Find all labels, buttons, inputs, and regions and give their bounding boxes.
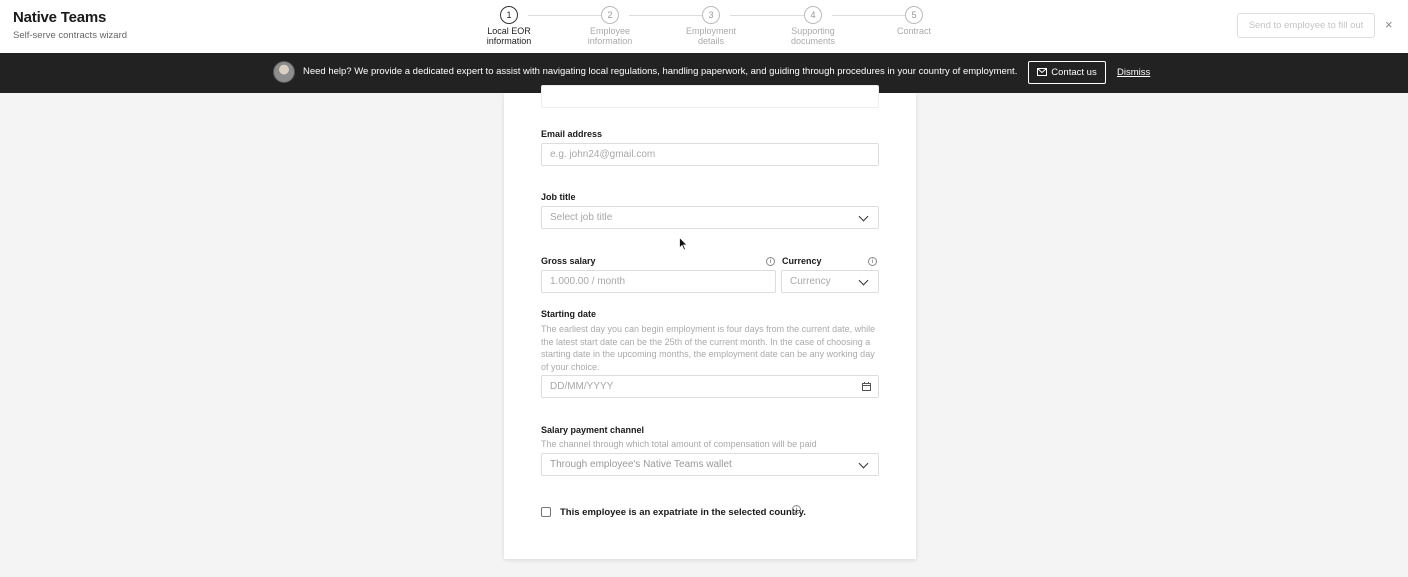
job-title-field-group: Job title bbox=[541, 192, 879, 202]
salary-channel-select[interactable]: Through employee's Native Teams wallet bbox=[541, 453, 879, 476]
form-card: Email address e.g. john24@gmail.com Job … bbox=[504, 85, 916, 559]
step-label: Contract bbox=[896, 26, 931, 36]
contact-us-button[interactable]: Contact us bbox=[1028, 61, 1106, 84]
gross-salary-input[interactable]: 1.000.00 / month bbox=[541, 270, 776, 293]
step-number: 3 bbox=[702, 6, 720, 24]
email-input[interactable]: e.g. john24@gmail.com bbox=[541, 143, 879, 166]
previous-field-input[interactable] bbox=[541, 85, 879, 108]
email-field-group: Email address bbox=[541, 129, 879, 139]
expatriate-checkbox[interactable] bbox=[541, 507, 551, 517]
salary-channel-help: The channel through which total amount o… bbox=[541, 439, 817, 449]
chevron-down-icon bbox=[858, 211, 869, 222]
job-title-label: Job title bbox=[541, 192, 576, 202]
salary-channel-field-group: Salary payment channel The channel throu… bbox=[541, 425, 879, 451]
brand-subtitle: Self-serve contracts wizard bbox=[13, 30, 128, 41]
chevron-down-icon bbox=[858, 275, 869, 286]
step-connector bbox=[528, 15, 612, 16]
job-title-select[interactable]: Select job title bbox=[541, 206, 879, 229]
step-number: 1 bbox=[500, 6, 518, 24]
expert-avatar bbox=[273, 61, 295, 83]
step-supporting-documents[interactable]: 4 Supporting documents bbox=[773, 6, 853, 46]
help-banner-text: Need help? We provide a dedicated expert… bbox=[303, 66, 1018, 77]
step-label: Employment details bbox=[685, 26, 737, 46]
step-label: Supporting documents bbox=[790, 26, 836, 46]
expatriate-label[interactable]: This employee is an expatriate in the se… bbox=[560, 507, 806, 518]
mail-icon bbox=[1037, 68, 1048, 77]
step-label: Employee information bbox=[587, 26, 633, 46]
step-employee-information[interactable]: 2 Employee information bbox=[570, 6, 650, 46]
dismiss-link[interactable]: Dismiss bbox=[1117, 67, 1150, 78]
starting-date-help: The earliest day you can begin employmen… bbox=[541, 324, 876, 372]
step-connector bbox=[832, 15, 916, 16]
salary-channel-label: Salary payment channel bbox=[541, 425, 645, 435]
currency-info-icon[interactable]: i bbox=[868, 257, 877, 266]
step-connector bbox=[730, 15, 815, 16]
mouse-cursor-icon bbox=[679, 237, 688, 251]
close-icon[interactable]: × bbox=[1385, 17, 1393, 32]
expatriate-info-icon[interactable]: i bbox=[792, 505, 801, 514]
step-number: 2 bbox=[601, 6, 619, 24]
salary-channel-value: Through employee's Native Teams wallet bbox=[550, 459, 732, 470]
wizard-stepper: 1 Local EOR information 2 Employee informa… bbox=[470, 6, 950, 50]
step-number: 5 bbox=[905, 6, 923, 24]
top-bar: Native Teams Self-serve contracts wizard… bbox=[0, 0, 1408, 53]
starting-date-field-group: Starting date The earliest day you can b… bbox=[541, 309, 879, 373]
brand: Native Teams Self-serve contracts wizard bbox=[13, 9, 127, 41]
gross-salary-label: Gross salary bbox=[541, 256, 596, 266]
chevron-down-icon bbox=[858, 458, 869, 469]
job-title-placeholder: Select job title bbox=[550, 212, 613, 223]
starting-date-label: Starting date bbox=[541, 309, 597, 319]
step-employment-details[interactable]: 3 Employment details bbox=[671, 6, 751, 46]
email-label: Email address bbox=[541, 129, 603, 139]
currency-select[interactable]: Currency bbox=[781, 270, 879, 293]
starting-date-placeholder: DD/MM/YYYY bbox=[550, 381, 614, 392]
send-to-employee-button[interactable]: Send to employee to fill out bbox=[1237, 13, 1375, 38]
step-contract[interactable]: 5 Contract bbox=[874, 6, 954, 37]
step-label: Local EOR information bbox=[486, 26, 532, 46]
step-connector bbox=[629, 15, 713, 16]
starting-date-input[interactable]: DD/MM/YYYY bbox=[541, 375, 879, 398]
currency-placeholder: Currency bbox=[790, 276, 831, 287]
gross-salary-info-icon[interactable]: i bbox=[766, 257, 775, 266]
brand-logo: Native Teams bbox=[13, 9, 107, 26]
step-number: 4 bbox=[804, 6, 822, 24]
step-local-eor[interactable]: 1 Local EOR information bbox=[469, 6, 549, 46]
contact-us-label: Contact us bbox=[1051, 67, 1097, 78]
currency-label: Currency bbox=[782, 256, 822, 266]
calendar-icon[interactable] bbox=[862, 382, 871, 391]
gross-salary-field-group: Gross salary bbox=[541, 256, 771, 266]
